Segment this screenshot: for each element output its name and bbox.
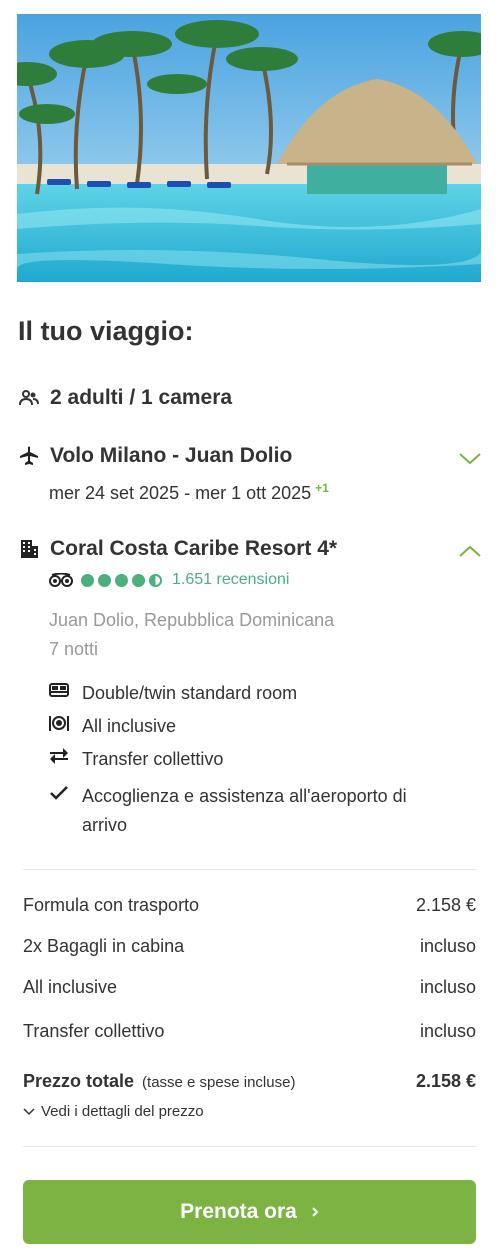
chevron-down-icon: [23, 1107, 35, 1115]
people-icon: [18, 387, 40, 409]
price-row: 2x Bagagli in cabina incluso: [23, 936, 476, 957]
price-value: incluso: [419, 1021, 476, 1041]
feature-item: Accoglienza e assistenza all'aeroporto d…: [48, 782, 448, 840]
hotel-name: Coral Costa Caribe Resort 4*: [50, 537, 338, 560]
price-value: incluso: [419, 936, 476, 956]
rating-dot: [132, 573, 145, 587]
divider: [23, 869, 476, 870]
book-now-button[interactable]: Prenota ora: [23, 1180, 476, 1244]
price-value: incluso: [419, 977, 476, 997]
resort-photo: [17, 14, 481, 282]
trip-title: Il tuo viaggio:: [18, 316, 194, 346]
feature-label: All inclusive: [82, 716, 177, 736]
bed-icon: [48, 679, 70, 701]
price-row: All inclusive incluso: [23, 977, 476, 998]
book-now-label: Prenota ora: [180, 1200, 297, 1223]
price-details-link[interactable]: Vedi i dettagli del prezzo: [23, 1103, 204, 1120]
tripadvisor-owl-icon: [49, 573, 73, 587]
rating-dot-half: [149, 573, 162, 587]
feature-label: Double/twin standard room: [82, 683, 298, 703]
flight-row[interactable]: Volo Milano - Juan Dolio: [18, 444, 292, 468]
total-row: Prezzo totale (tasse e spese incluse) 2.1…: [23, 1071, 476, 1092]
reviews-link[interactable]: 1.651 recensioni: [172, 571, 289, 589]
guests-label: 2 adulti / 1 camera: [50, 386, 233, 409]
flight-dates: mer 24 set 2025 - mer 1 ott 2025: [49, 483, 312, 503]
day-offset-badge: +1: [315, 481, 329, 495]
feature-label: Accoglienza e assistenza all'aeroporto d…: [82, 786, 407, 835]
building-icon: [18, 538, 40, 560]
hotel-location: Juan Dolio, Repubblica Dominicana: [49, 610, 335, 630]
feature-label: Transfer collettivo: [82, 749, 224, 769]
chevron-right-icon: [312, 1207, 319, 1217]
divider: [23, 1146, 476, 1147]
price-label: Formula con trasporto: [23, 895, 200, 915]
rating-dot: [81, 573, 94, 587]
total-label-group: Prezzo totale (tasse e spese incluse): [23, 1071, 295, 1092]
guests-row: 2 adulti / 1 camera: [18, 386, 232, 410]
price-label: Transfer collettivo: [23, 1021, 165, 1041]
price-row: Transfer collettivo incluso: [23, 1021, 476, 1042]
flight-dates-line: mer 24 set 2025 - mer 1 ott 2025 +1: [49, 481, 329, 504]
hotel-nights: 7 notti: [49, 639, 99, 659]
transfer-icon: [48, 745, 70, 767]
flight-title: Volo Milano - Juan Dolio: [50, 444, 293, 467]
chevron-up-icon[interactable]: [458, 543, 482, 559]
total-label: Prezzo totale: [23, 1071, 135, 1091]
tripadvisor-rating[interactable]: 1.651 recensioni: [49, 571, 289, 589]
total-note: (tasse e spese incluse): [142, 1074, 296, 1091]
feature-item: Transfer collettivo: [48, 745, 223, 774]
rating-dot: [98, 573, 111, 587]
price-details-label: Vedi i dettagli del prezzo: [41, 1103, 204, 1120]
check-icon: [48, 782, 70, 804]
price-row: Formula con trasporto 2.158 €: [23, 895, 476, 916]
chevron-down-icon[interactable]: [458, 450, 482, 466]
dining-icon: [48, 712, 70, 734]
plane-icon: [18, 445, 40, 467]
feature-item: All inclusive: [48, 712, 176, 741]
hotel-row[interactable]: Coral Costa Caribe Resort 4*: [18, 537, 337, 561]
rating-dot: [115, 573, 128, 587]
price-label: 2x Bagagli in cabina: [23, 936, 185, 956]
price-value: 2.158 €: [415, 895, 476, 915]
feature-item: Double/twin standard room: [48, 679, 297, 708]
price-label: All inclusive: [23, 977, 118, 997]
total-value: 2.158 €: [415, 1071, 476, 1091]
